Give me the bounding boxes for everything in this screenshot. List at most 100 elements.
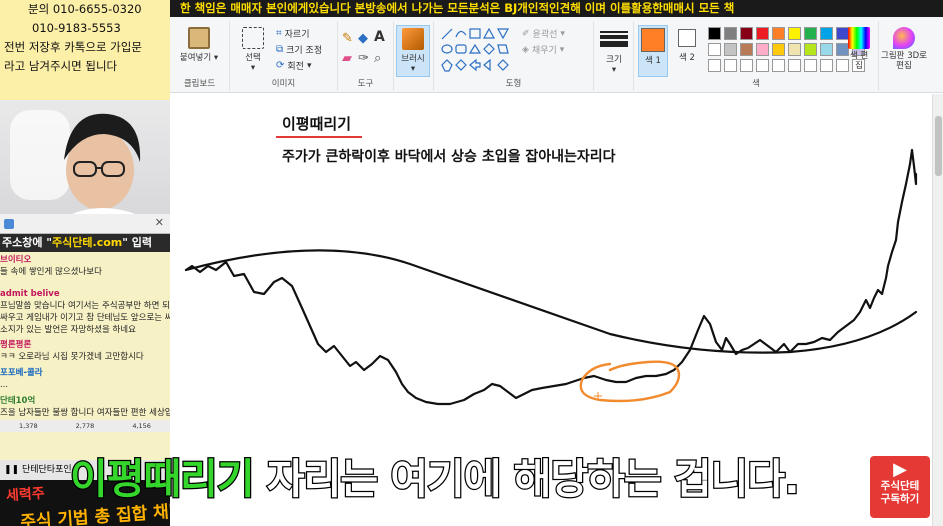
palette-swatch[interactable] xyxy=(740,27,753,40)
shapes-gallery[interactable] xyxy=(440,27,518,75)
fill-bucket-icon[interactable]: ◆ xyxy=(358,31,368,46)
outline-label: 윤곽선 xyxy=(532,30,558,40)
palette-swatch[interactable] xyxy=(708,27,721,40)
chat-message: 프님말씀 맞습니다 여기서는 주식공부만 하면 되지 xyxy=(0,300,170,312)
group-label: 도구 xyxy=(357,79,374,89)
palette-swatch[interactable] xyxy=(708,59,721,72)
palette-swatch[interactable] xyxy=(724,43,737,56)
promo-line1: 세력주 xyxy=(5,485,46,505)
chat-message: 들 속에 쌓인게 많으셨나보다 xyxy=(0,266,170,278)
chat-username[interactable]: admit belive xyxy=(0,289,60,299)
palette-swatch[interactable] xyxy=(772,27,785,40)
rotate-icon: ⟳ xyxy=(276,60,285,71)
video-subtitle: 이평때리기 자리는 여기에 해당하는 겁니다. xyxy=(69,452,801,512)
chat-username[interactable]: 평론평론 xyxy=(0,340,31,350)
group-paint3d: 그림판 3D로 편집 xyxy=(878,21,928,91)
stat-value: 4,156 xyxy=(132,422,151,430)
search-banner: 주소창에 "주식단테.com" 입력 xyxy=(0,234,170,252)
note-title-underline xyxy=(276,136,362,138)
contact-notice: 분의 010-6655-0320 010-9183-5553 전번 저장후 카톡… xyxy=(0,0,170,100)
palette-swatch[interactable] xyxy=(756,59,769,72)
size-button[interactable]: 크기 ▾ xyxy=(598,27,630,75)
resize-button[interactable]: ⧉ 크기 조정 xyxy=(276,43,322,56)
palette-swatch[interactable] xyxy=(804,27,817,40)
chat-message: ㅋㅋ 오로라님 시집 못가겠네 고만합시다 xyxy=(0,351,170,363)
paint3d-button[interactable]: 그림판 3D로 편집 xyxy=(881,27,927,71)
pencil-icon[interactable]: ✎ xyxy=(342,31,353,46)
palette-swatch[interactable] xyxy=(724,59,737,72)
palette-swatch[interactable] xyxy=(820,59,833,72)
price-line xyxy=(184,148,918,406)
magnifier-icon[interactable]: ⌕ xyxy=(374,51,381,66)
resize-label: 크기 조정 xyxy=(286,46,323,56)
size-line-thick-icon xyxy=(600,41,628,47)
outline-button[interactable]: ✐ 윤곽선 ▾ xyxy=(522,27,565,41)
chat-username[interactable]: 단테10억 xyxy=(0,396,35,406)
chat-text: ... xyxy=(0,380,9,390)
pause-icon[interactable]: ❚❚ xyxy=(4,465,22,475)
group-label: 도형 xyxy=(505,79,522,89)
edit-colors-label: 색 편집 xyxy=(849,51,869,71)
subscribe-button[interactable]: ▶ 주식단테 구독하기 xyxy=(870,456,930,518)
group-label: 색 xyxy=(752,79,760,89)
chat-message: ... xyxy=(0,379,170,391)
crop-button[interactable]: ⌗ 자르기 xyxy=(276,27,309,40)
chat-username[interactable]: 브이티오 xyxy=(0,255,31,265)
edit-colors-button[interactable]: 색 편집 xyxy=(844,27,874,71)
paint3d-icon xyxy=(893,27,915,49)
palette-swatch[interactable] xyxy=(788,27,801,40)
palette-swatch[interactable] xyxy=(804,59,817,72)
rainbow-icon xyxy=(848,27,870,49)
close-icon[interactable]: ✕ xyxy=(155,216,164,229)
palette-swatch[interactable] xyxy=(788,43,801,56)
fill-label: 채우기 xyxy=(531,46,557,56)
palette-swatch[interactable] xyxy=(804,43,817,56)
color-picker-icon[interactable]: ✑ xyxy=(358,51,369,66)
palette-swatch[interactable] xyxy=(708,43,721,56)
palette-swatch[interactable] xyxy=(740,59,753,72)
palette-swatch[interactable] xyxy=(756,43,769,56)
resize-icon: ⧉ xyxy=(276,44,284,55)
group-brush: 브러시 ▾ xyxy=(394,21,434,91)
brush-button[interactable]: 브러시 ▾ xyxy=(396,25,430,77)
color2-button[interactable]: 색 2 xyxy=(672,29,702,63)
select-button[interactable]: 선택 ▾ xyxy=(236,27,270,73)
size-line-mid-icon xyxy=(600,35,628,39)
crop-icon: ⌗ xyxy=(276,28,282,39)
palette-swatch[interactable] xyxy=(740,43,753,56)
chat-text: 들 속에 쌓인게 많으셨나보다 xyxy=(0,267,102,277)
palette-swatch[interactable] xyxy=(820,27,833,40)
search-banner-site: 주식단테.com xyxy=(52,236,123,249)
color1-button[interactable]: 색 1 xyxy=(638,25,668,77)
moving-average-line xyxy=(184,249,918,354)
select-label: 선택 xyxy=(245,53,261,63)
eraser-icon[interactable]: ▰ xyxy=(342,51,352,66)
size-label: 크기 xyxy=(606,55,622,65)
rotate-button[interactable]: ⟳ 회전 ▾ xyxy=(276,59,311,72)
vertical-scrollbar[interactable] xyxy=(932,94,943,526)
chat-username[interactable]: 포포베-콜라 xyxy=(0,368,43,378)
search-banner-prefix: 주소창에 " xyxy=(2,236,53,249)
group-clipboard: 붙여넣기 ▾ 클립보드 xyxy=(170,21,230,91)
outline-icon: ✐ xyxy=(522,28,530,39)
paste-button[interactable]: 붙여넣기 ▾ xyxy=(176,27,222,63)
palette-swatch[interactable] xyxy=(820,43,833,56)
palette-swatch[interactable] xyxy=(756,27,769,40)
chat-text: 싸우고 게임내가 이기고 참 단테님도 앞으로는 싸움 xyxy=(0,313,170,323)
rotate-label: 회전 xyxy=(287,62,304,72)
chat-message: 평론평론 xyxy=(0,339,170,351)
palette-swatch[interactable] xyxy=(772,43,785,56)
text-icon[interactable]: A xyxy=(374,29,385,45)
palette-swatch[interactable] xyxy=(724,27,737,40)
chat-text: 즈을 남자들만 불쌍 합니다 여자들만 편한 세상입니 xyxy=(0,408,170,418)
streamer-image xyxy=(10,110,150,220)
clipboard-icon xyxy=(188,27,210,49)
subtitle-emphasis: 이평때리기 xyxy=(69,454,256,505)
stream-side-panel: 분의 010-6655-0320 010-9183-5553 전번 저장후 카톡… xyxy=(0,0,170,526)
scrollbar-thumb[interactable] xyxy=(935,116,942,176)
notice-line: 010-9183-5553 xyxy=(32,21,121,35)
palette-swatch[interactable] xyxy=(772,59,785,72)
chat-message: 즈을 남자들만 불쌍 합니다 여자들만 편한 세상입니 xyxy=(0,407,170,419)
fill-button[interactable]: ◈ 채우기 ▾ xyxy=(522,43,564,57)
palette-swatch[interactable] xyxy=(788,59,801,72)
